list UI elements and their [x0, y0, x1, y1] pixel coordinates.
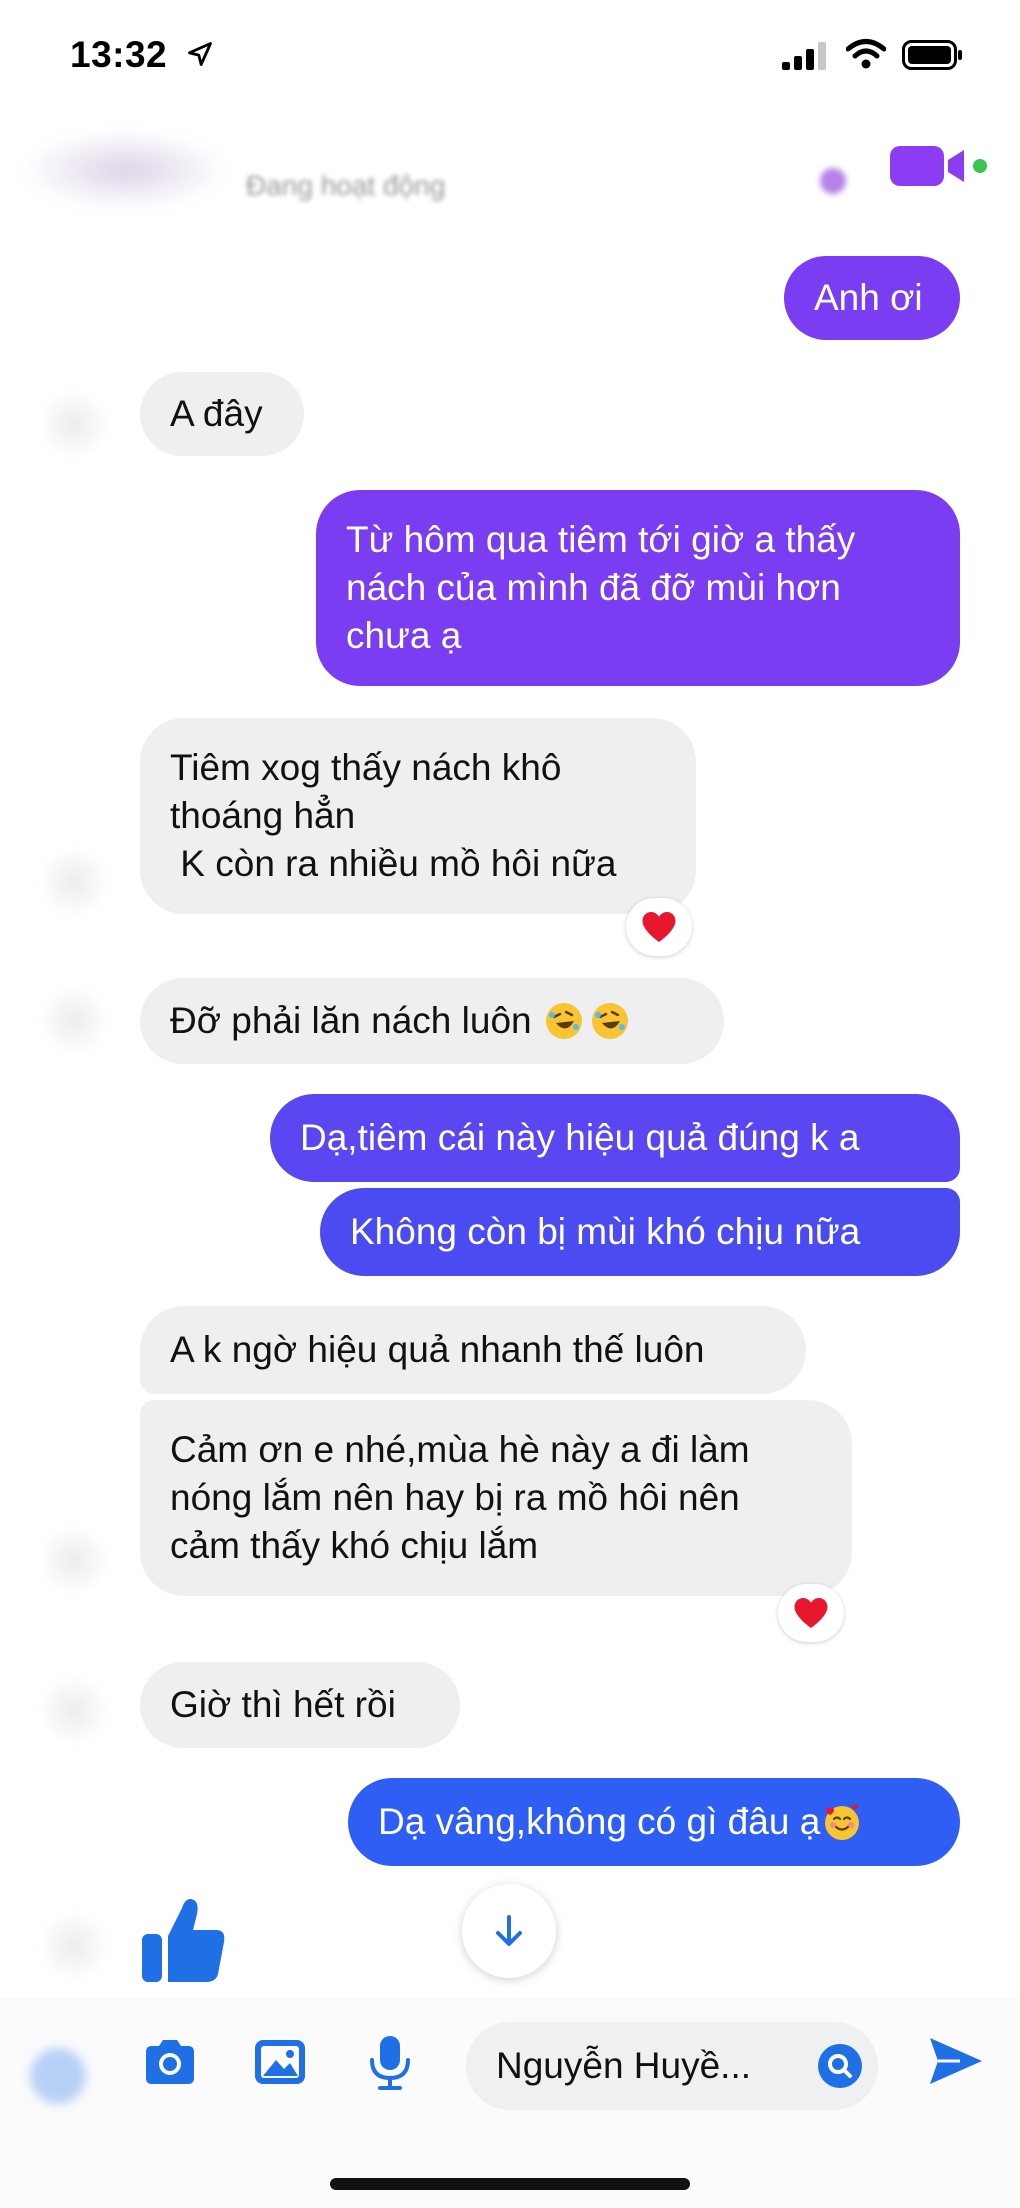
heart-icon — [794, 1598, 828, 1628]
heart-reaction[interactable] — [778, 1584, 844, 1642]
contact-avatar-small — [38, 388, 110, 460]
contact-avatar[interactable] — [20, 130, 230, 210]
message-text: Anh ơi — [814, 277, 923, 318]
message-outgoing[interactable]: Dạ,tiêm cái này hiệu quả đúng k a — [270, 1094, 960, 1182]
message-text-line: Cảm ơn e nhé,mùa hè này a đi làm — [170, 1429, 750, 1470]
contact-avatar-small — [38, 846, 110, 918]
chat-header: Đang hoạt động — [0, 110, 1020, 230]
status-bar: 13:32 — [0, 0, 1020, 110]
battery-icon — [902, 40, 962, 70]
location-arrow-icon — [188, 42, 212, 66]
message-text-line: K còn ra nhiều mồ hôi nữa — [170, 843, 617, 884]
call-icon[interactable] — [820, 168, 846, 194]
message-incoming[interactable]: Tiêm xog thấy nách khô thoáng hẳn K còn … — [140, 718, 696, 914]
message-outgoing[interactable]: Anh ơi — [784, 256, 960, 340]
message-text: A đây — [170, 393, 263, 434]
video-call-icon[interactable] — [888, 140, 990, 192]
contact-avatar-small — [38, 1910, 110, 1982]
message-text-line: thoáng hẳn — [170, 795, 356, 836]
message-text: Không còn bị mùi khó chịu nữa — [350, 1211, 861, 1252]
message-incoming[interactable]: Cảm ơn e nhé,mùa hè này a đi làm nóng lắ… — [140, 1400, 852, 1596]
smiling-hearts-emoji-icon — [825, 1804, 860, 1840]
arrow-down-icon — [496, 1915, 522, 1946]
message-outgoing[interactable]: Không còn bị mùi khó chịu nữa — [320, 1188, 960, 1276]
message-text: A k ngờ hiệu quả nhanh thế luôn — [170, 1329, 705, 1370]
message-incoming[interactable]: A k ngờ hiệu quả nhanh thế luôn — [140, 1306, 806, 1394]
message-input[interactable]: Nguyễn Huyề... — [466, 2022, 878, 2110]
message-incoming[interactable]: Giờ thì hết rồi — [140, 1662, 460, 1748]
message-text: Dạ vâng,không có gì đâu ạ — [378, 1801, 821, 1842]
cellular-signal-icon — [782, 42, 826, 70]
message-text-line: Tiêm xog thấy nách khô — [170, 747, 562, 788]
camera-icon[interactable] — [140, 2032, 200, 2092]
message-text: Dạ,tiêm cái này hiệu quả đúng k a — [300, 1117, 860, 1158]
contact-status: Đang hoạt động — [246, 170, 446, 201]
rolling-laughing-emoji-icon — [545, 1003, 582, 1039]
message-text-line: nách của mình đã đỡ mùi hơn — [346, 567, 841, 608]
message-incoming[interactable]: A đây — [140, 372, 304, 456]
status-time: 13:32 — [70, 34, 168, 75]
scroll-to-bottom-button[interactable] — [462, 1884, 556, 1978]
message-text-line: nóng lắm nên hay bị ra mồ hôi nên — [170, 1477, 740, 1518]
message-text-line: cảm thấy khó chịu lắm — [170, 1525, 539, 1566]
message-text: Đỡ phải lăn nách luôn — [170, 1000, 532, 1041]
heart-icon — [642, 912, 676, 942]
rolling-laughing-emoji-icon — [591, 1003, 628, 1039]
contact-avatar-small — [38, 1524, 110, 1596]
message-outgoing[interactable]: Từ hôm qua tiêm tới giờ a thấy nách của … — [316, 490, 960, 686]
heart-reaction[interactable] — [626, 898, 692, 956]
search-icon[interactable] — [816, 2042, 864, 2090]
message-input-value: Nguyễn Huyề... — [496, 2045, 752, 2086]
message-composer: Nguyễn Huyề... — [0, 1998, 1020, 2208]
message-text-line: chưa ạ — [346, 615, 462, 656]
wifi-icon — [846, 39, 886, 69]
contact-avatar-small — [38, 1674, 110, 1746]
send-icon[interactable] — [926, 2032, 986, 2090]
image-icon[interactable] — [250, 2032, 310, 2092]
more-actions-icon[interactable] — [30, 2048, 86, 2104]
thumbs-up-icon[interactable] — [138, 1892, 228, 1986]
microphone-icon[interactable] — [360, 2032, 420, 2092]
contact-avatar-small — [38, 984, 110, 1056]
message-text-line: Từ hôm qua tiêm tới giờ a thấy — [346, 519, 856, 560]
message-incoming[interactable]: Đỡ phải lăn nách luôn — [140, 978, 724, 1064]
home-indicator[interactable] — [330, 2178, 690, 2190]
message-text: Giờ thì hết rồi — [170, 1684, 396, 1725]
message-outgoing[interactable]: Dạ vâng,không có gì đâu ạ — [348, 1778, 960, 1866]
